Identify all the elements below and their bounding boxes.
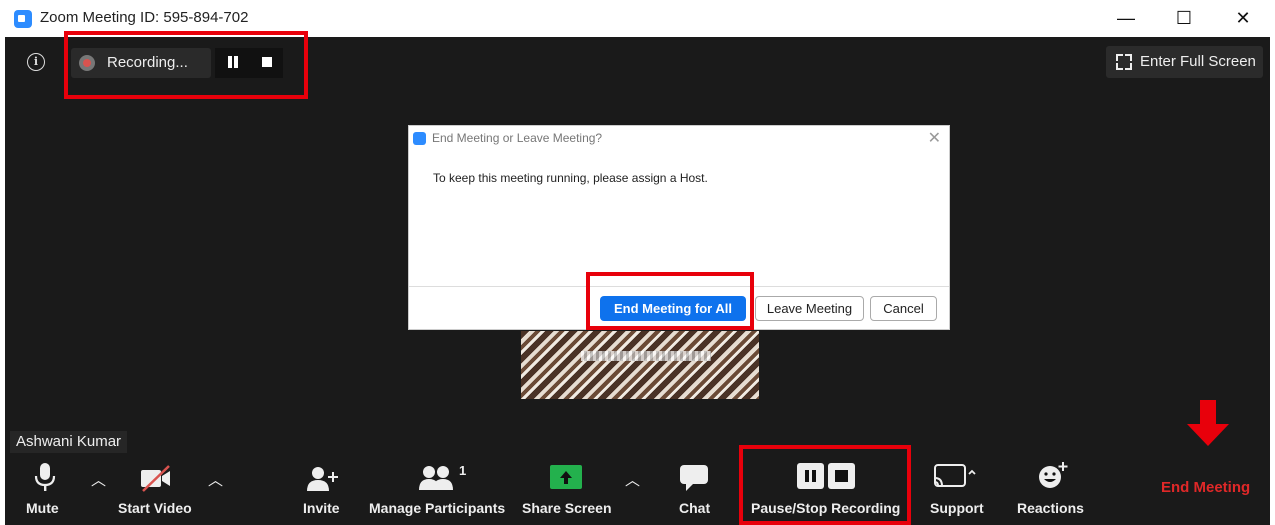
participant-name: Ashwani Kumar (10, 431, 128, 453)
start-video-label: Start Video (118, 500, 192, 516)
dialog-title: End Meeting or Leave Meeting? (432, 131, 603, 145)
mute-button[interactable]: Mute (25, 455, 65, 525)
share-screen-label: Share Screen (522, 500, 612, 516)
remote-support-icon (934, 464, 976, 487)
end-meeting-button[interactable]: End Meeting (1161, 479, 1250, 496)
close-window-button[interactable]: ✕ (1225, 4, 1261, 32)
participant-count: 1 (459, 463, 467, 478)
window-title: Zoom Meeting ID: 595-894-702 (40, 9, 249, 26)
fullscreen-icon (1116, 54, 1132, 70)
invite-label: Invite (303, 500, 340, 516)
zoom-app-icon (14, 10, 32, 28)
participant-video (521, 331, 759, 399)
share-screen-icon (550, 465, 582, 489)
microphone-icon (34, 463, 56, 491)
minimize-button[interactable]: — (1108, 4, 1144, 32)
cancel-button[interactable]: Cancel (870, 296, 937, 321)
info-icon[interactable]: i (27, 53, 45, 71)
support-button[interactable]: Support (926, 455, 990, 525)
leave-meeting-button[interactable]: Leave Meeting (755, 296, 864, 321)
reactions-label: Reactions (1017, 500, 1084, 516)
meeting-toolbar: Mute ︿ Start Video ︿ Invite 1 Manage Par… (5, 455, 1270, 525)
video-off-icon (141, 465, 170, 492)
mute-label: Mute (26, 500, 59, 516)
start-video-button[interactable]: Start Video (115, 455, 195, 525)
recording-controls-highlight-box (739, 445, 911, 525)
invite-button[interactable]: Invite (298, 455, 348, 525)
emoji-add-icon (1039, 462, 1068, 488)
manage-participants-button[interactable]: 1 Manage Participants (367, 455, 512, 525)
chat-icon (680, 465, 708, 491)
dialog-close-icon[interactable]: ✕ (928, 128, 941, 148)
manage-participants-label: Manage Participants (369, 500, 506, 516)
participants-icon (419, 466, 453, 490)
audio-options-chevron-icon[interactable]: ︿ (91, 469, 106, 490)
chat-button[interactable]: Chat (675, 455, 715, 525)
reactions-button[interactable]: Reactions (1012, 455, 1084, 525)
window-edge (1270, 37, 1275, 525)
chat-label: Chat (679, 500, 711, 516)
fullscreen-label: Enter Full Screen (1140, 53, 1256, 70)
end-meeting-arrow-head (1187, 424, 1229, 446)
end-for-all-highlight-box (586, 272, 754, 330)
maximize-button[interactable]: ☐ (1166, 4, 1202, 32)
video-options-chevron-icon[interactable]: ︿ (208, 469, 223, 490)
zoom-app-icon (413, 132, 426, 145)
enter-full-screen-button[interactable]: Enter Full Screen (1106, 46, 1263, 78)
recording-highlight-box (64, 31, 308, 99)
share-options-chevron-icon[interactable]: ︿ (625, 469, 640, 490)
share-screen-button[interactable]: Share Screen (520, 455, 615, 525)
add-user-icon (307, 467, 338, 491)
end-meeting-arrow-icon (1200, 400, 1216, 424)
dialog-message: To keep this meeting running, please ass… (433, 171, 708, 185)
support-label: Support (930, 500, 984, 516)
